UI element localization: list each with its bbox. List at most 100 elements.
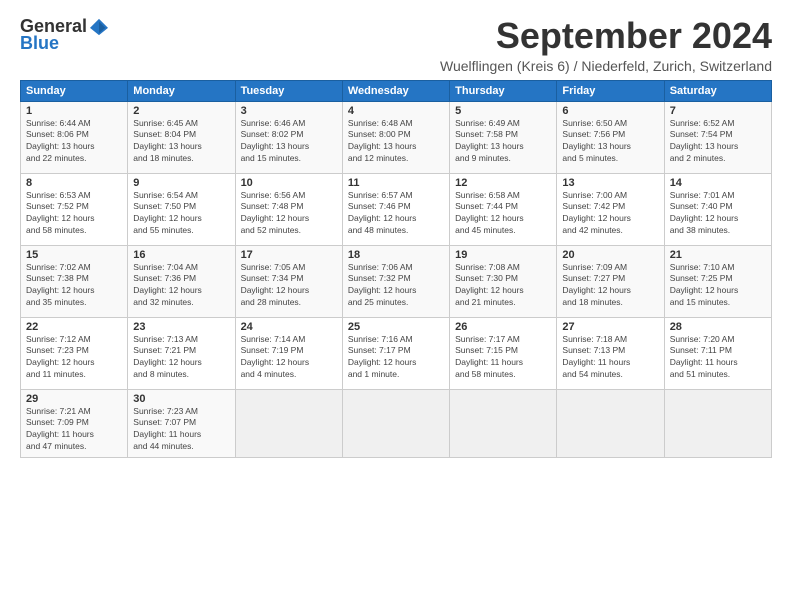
calendar-cell: 5Sunrise: 6:49 AM Sunset: 7:58 PM Daylig… — [450, 101, 557, 173]
day-number: 30 — [133, 393, 229, 405]
day-info: Sunrise: 6:54 AM Sunset: 7:50 PM Dayligh… — [133, 190, 229, 238]
calendar-cell: 22Sunrise: 7:12 AM Sunset: 7:23 PM Dayli… — [21, 317, 128, 389]
day-info: Sunrise: 7:20 AM Sunset: 7:11 PM Dayligh… — [670, 334, 766, 382]
day-number: 7 — [670, 105, 766, 117]
day-number: 16 — [133, 249, 229, 261]
calendar-week-row: 8Sunrise: 6:53 AM Sunset: 7:52 PM Daylig… — [21, 173, 772, 245]
calendar-cell: 20Sunrise: 7:09 AM Sunset: 7:27 PM Dayli… — [557, 245, 664, 317]
calendar-cell: 28Sunrise: 7:20 AM Sunset: 7:11 PM Dayli… — [664, 317, 771, 389]
calendar-cell: 10Sunrise: 6:56 AM Sunset: 7:48 PM Dayli… — [235, 173, 342, 245]
calendar-cell — [557, 389, 664, 458]
calendar-cell: 4Sunrise: 6:48 AM Sunset: 8:00 PM Daylig… — [342, 101, 449, 173]
day-info: Sunrise: 6:45 AM Sunset: 8:04 PM Dayligh… — [133, 118, 229, 166]
calendar-cell: 16Sunrise: 7:04 AM Sunset: 7:36 PM Dayli… — [128, 245, 235, 317]
day-info: Sunrise: 6:52 AM Sunset: 7:54 PM Dayligh… — [670, 118, 766, 166]
day-info: Sunrise: 7:09 AM Sunset: 7:27 PM Dayligh… — [562, 262, 658, 310]
calendar-cell: 25Sunrise: 7:16 AM Sunset: 7:17 PM Dayli… — [342, 317, 449, 389]
day-number: 18 — [348, 249, 444, 261]
calendar-cell: 6Sunrise: 6:50 AM Sunset: 7:56 PM Daylig… — [557, 101, 664, 173]
calendar-cell: 27Sunrise: 7:18 AM Sunset: 7:13 PM Dayli… — [557, 317, 664, 389]
calendar-cell: 21Sunrise: 7:10 AM Sunset: 7:25 PM Dayli… — [664, 245, 771, 317]
day-info: Sunrise: 7:17 AM Sunset: 7:15 PM Dayligh… — [455, 334, 551, 382]
day-info: Sunrise: 6:49 AM Sunset: 7:58 PM Dayligh… — [455, 118, 551, 166]
day-info: Sunrise: 7:04 AM Sunset: 7:36 PM Dayligh… — [133, 262, 229, 310]
day-info: Sunrise: 7:16 AM Sunset: 7:17 PM Dayligh… — [348, 334, 444, 382]
calendar-cell: 15Sunrise: 7:02 AM Sunset: 7:38 PM Dayli… — [21, 245, 128, 317]
day-info: Sunrise: 6:53 AM Sunset: 7:52 PM Dayligh… — [26, 190, 122, 238]
day-number: 14 — [670, 177, 766, 189]
day-number: 20 — [562, 249, 658, 261]
day-number: 8 — [26, 177, 122, 189]
calendar-cell — [450, 389, 557, 458]
day-info: Sunrise: 7:13 AM Sunset: 7:21 PM Dayligh… — [133, 334, 229, 382]
day-info: Sunrise: 7:18 AM Sunset: 7:13 PM Dayligh… — [562, 334, 658, 382]
calendar-cell: 9Sunrise: 6:54 AM Sunset: 7:50 PM Daylig… — [128, 173, 235, 245]
day-info: Sunrise: 7:21 AM Sunset: 7:09 PM Dayligh… — [26, 406, 122, 454]
calendar-cell: 18Sunrise: 7:06 AM Sunset: 7:32 PM Dayli… — [342, 245, 449, 317]
day-info: Sunrise: 7:12 AM Sunset: 7:23 PM Dayligh… — [26, 334, 122, 382]
calendar-week-row: 29Sunrise: 7:21 AM Sunset: 7:09 PM Dayli… — [21, 389, 772, 458]
day-info: Sunrise: 6:58 AM Sunset: 7:44 PM Dayligh… — [455, 190, 551, 238]
day-number: 22 — [26, 321, 122, 333]
day-info: Sunrise: 7:02 AM Sunset: 7:38 PM Dayligh… — [26, 262, 122, 310]
calendar-cell — [342, 389, 449, 458]
day-number: 2 — [133, 105, 229, 117]
calendar-cell: 12Sunrise: 6:58 AM Sunset: 7:44 PM Dayli… — [450, 173, 557, 245]
day-number: 3 — [241, 105, 337, 117]
day-number: 24 — [241, 321, 337, 333]
calendar-page: General Blue September 2024 Wuelflingen … — [0, 0, 792, 612]
day-number: 15 — [26, 249, 122, 261]
day-number: 4 — [348, 105, 444, 117]
day-info: Sunrise: 6:46 AM Sunset: 8:02 PM Dayligh… — [241, 118, 337, 166]
day-number: 9 — [133, 177, 229, 189]
day-number: 12 — [455, 177, 551, 189]
calendar-cell: 14Sunrise: 7:01 AM Sunset: 7:40 PM Dayli… — [664, 173, 771, 245]
location-title: Wuelflingen (Kreis 6) / Niederfeld, Zuri… — [108, 58, 772, 74]
calendar-cell: 29Sunrise: 7:21 AM Sunset: 7:09 PM Dayli… — [21, 389, 128, 458]
day-number: 27 — [562, 321, 658, 333]
calendar-cell: 1Sunrise: 6:44 AM Sunset: 8:06 PM Daylig… — [21, 101, 128, 173]
day-number: 28 — [670, 321, 766, 333]
weekday-header-sunday: Sunday — [21, 80, 128, 101]
title-area: September 2024 Wuelflingen (Kreis 6) / N… — [108, 16, 772, 74]
month-title: September 2024 — [108, 16, 772, 56]
calendar-cell: 17Sunrise: 7:05 AM Sunset: 7:34 PM Dayli… — [235, 245, 342, 317]
day-number: 6 — [562, 105, 658, 117]
calendar-cell: 11Sunrise: 6:57 AM Sunset: 7:46 PM Dayli… — [342, 173, 449, 245]
day-info: Sunrise: 6:44 AM Sunset: 8:06 PM Dayligh… — [26, 118, 122, 166]
day-number: 21 — [670, 249, 766, 261]
calendar-table: SundayMondayTuesdayWednesdayThursdayFrid… — [20, 80, 772, 459]
calendar-cell: 7Sunrise: 6:52 AM Sunset: 7:54 PM Daylig… — [664, 101, 771, 173]
calendar-week-row: 1Sunrise: 6:44 AM Sunset: 8:06 PM Daylig… — [21, 101, 772, 173]
logo-blue-text: Blue — [20, 33, 59, 54]
day-number: 1 — [26, 105, 122, 117]
weekday-header-wednesday: Wednesday — [342, 80, 449, 101]
logo-area: General Blue — [20, 16, 108, 54]
day-info: Sunrise: 7:14 AM Sunset: 7:19 PM Dayligh… — [241, 334, 337, 382]
calendar-cell: 30Sunrise: 7:23 AM Sunset: 7:07 PM Dayli… — [128, 389, 235, 458]
calendar-cell: 19Sunrise: 7:08 AM Sunset: 7:30 PM Dayli… — [450, 245, 557, 317]
calendar-cell: 13Sunrise: 7:00 AM Sunset: 7:42 PM Dayli… — [557, 173, 664, 245]
day-number: 23 — [133, 321, 229, 333]
day-number: 25 — [348, 321, 444, 333]
logo-icon — [90, 18, 108, 36]
day-info: Sunrise: 7:08 AM Sunset: 7:30 PM Dayligh… — [455, 262, 551, 310]
calendar-cell: 23Sunrise: 7:13 AM Sunset: 7:21 PM Dayli… — [128, 317, 235, 389]
calendar-cell: 8Sunrise: 6:53 AM Sunset: 7:52 PM Daylig… — [21, 173, 128, 245]
day-info: Sunrise: 7:23 AM Sunset: 7:07 PM Dayligh… — [133, 406, 229, 454]
calendar-cell — [235, 389, 342, 458]
calendar-cell — [664, 389, 771, 458]
day-number: 17 — [241, 249, 337, 261]
weekday-header-thursday: Thursday — [450, 80, 557, 101]
day-info: Sunrise: 6:50 AM Sunset: 7:56 PM Dayligh… — [562, 118, 658, 166]
weekday-header-tuesday: Tuesday — [235, 80, 342, 101]
day-number: 29 — [26, 393, 122, 405]
day-number: 11 — [348, 177, 444, 189]
weekday-header-friday: Friday — [557, 80, 664, 101]
day-number: 10 — [241, 177, 337, 189]
calendar-cell: 24Sunrise: 7:14 AM Sunset: 7:19 PM Dayli… — [235, 317, 342, 389]
day-number: 5 — [455, 105, 551, 117]
day-info: Sunrise: 7:10 AM Sunset: 7:25 PM Dayligh… — [670, 262, 766, 310]
day-number: 26 — [455, 321, 551, 333]
calendar-cell: 3Sunrise: 6:46 AM Sunset: 8:02 PM Daylig… — [235, 101, 342, 173]
